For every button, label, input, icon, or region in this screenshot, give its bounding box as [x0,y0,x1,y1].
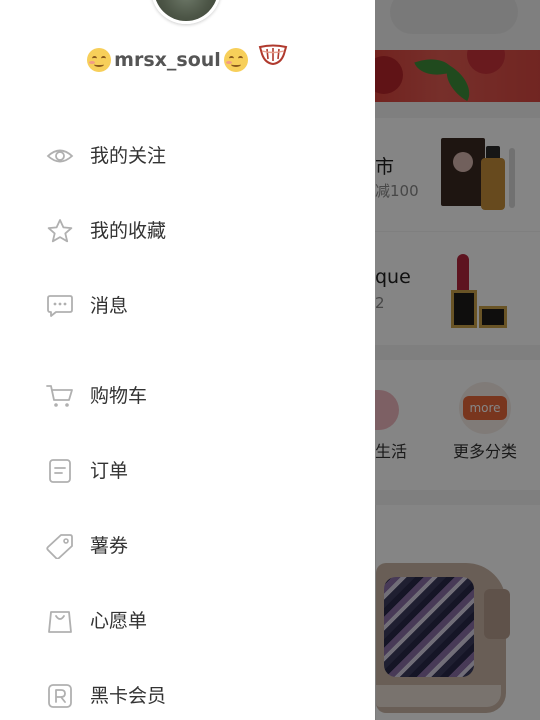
order-icon [49,459,71,483]
menu-item-coupons[interactable]: 薯券 [0,520,375,572]
menu-item-label: 黑卡会员 [90,685,167,707]
menu-item-favorites[interactable]: 我的收藏 [0,205,375,257]
side-drawer: mrsx_soul 我的关注 我的收藏 消息 购物车 订单 薯券 心愿单 黑卡会… [0,0,375,720]
coupon-icon [46,534,73,559]
wishlist-bag-icon [48,611,72,633]
menu-item-label: 订单 [90,460,129,482]
menu-item-orders[interactable]: 订单 [0,445,375,497]
level-badge-icon [258,44,288,66]
smile-emoji-icon [87,48,112,72]
menu-item-following[interactable]: 我的关注 [0,130,375,182]
username-row: mrsx_soul [0,44,375,76]
menu-item-label: 消息 [90,295,129,317]
menu-item-wishlist[interactable]: 心愿单 [0,595,375,647]
menu-item-label: 我的关注 [90,145,167,167]
avatar[interactable] [151,0,221,24]
menu-item-cart[interactable]: 购物车 [0,370,375,422]
username[interactable]: mrsx_soul [114,49,221,71]
smile-emoji-icon [223,48,248,72]
eye-icon [46,149,74,163]
menu-item-label: 薯券 [90,535,129,557]
drawer-scrim[interactable] [375,0,540,720]
message-icon [47,295,73,317]
menu-item-label: 购物车 [90,385,148,407]
menu-item-label: 我的收藏 [90,220,167,242]
menu-item-black-card[interactable]: 黑卡会员 [0,670,375,720]
cart-icon [46,385,73,407]
registered-card-icon [48,684,72,708]
menu-item-messages[interactable]: 消息 [0,280,375,332]
star-icon [47,219,73,243]
menu-item-label: 心愿单 [90,610,148,632]
